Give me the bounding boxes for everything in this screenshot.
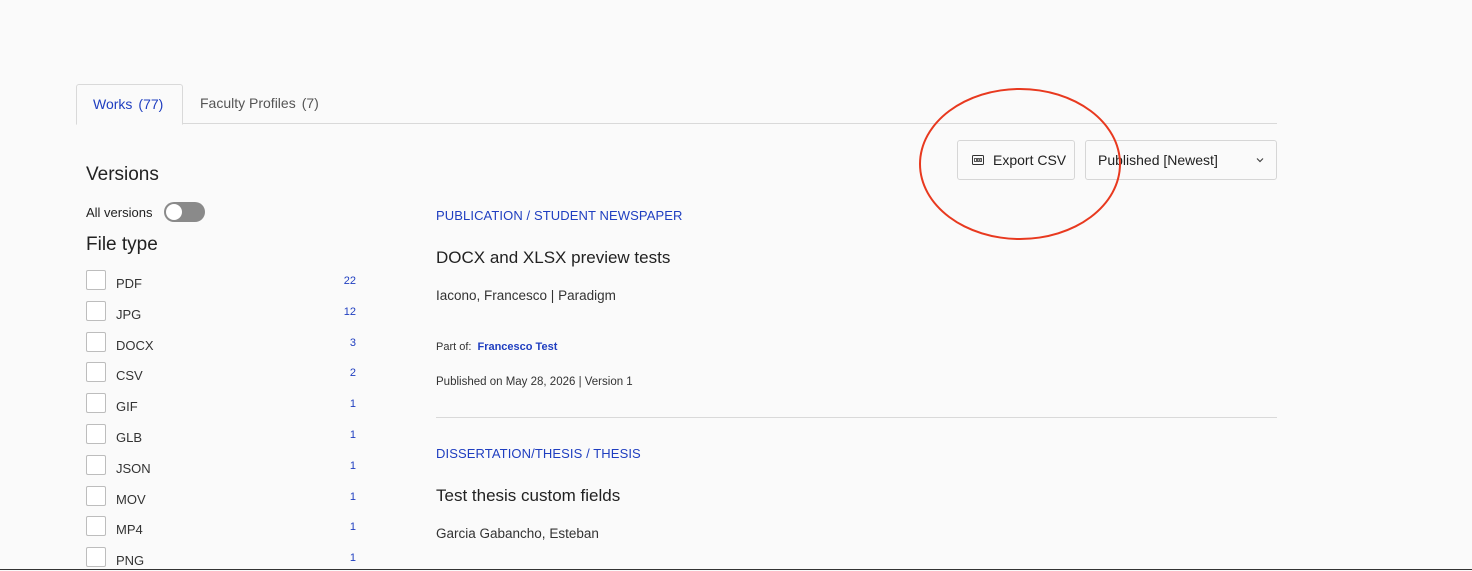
tab-faculty-profiles-count: (7) xyxy=(301,95,319,111)
result-authors: Garcia Gabancho, Esteban xyxy=(436,526,599,541)
file-type-count: 12 xyxy=(343,305,356,318)
file-type-item: GLB 1 xyxy=(86,423,361,455)
file-type-checkbox[interactable] xyxy=(86,516,106,537)
page-bottom-divider xyxy=(0,569,1472,570)
csv-file-icon xyxy=(972,155,984,165)
file-type-checkbox[interactable] xyxy=(86,300,106,321)
file-type-label: JPG xyxy=(116,306,142,322)
tab-faculty-profiles[interactable]: Faculty Profiles (7) xyxy=(184,84,335,124)
file-type-label: PDF xyxy=(116,276,142,291)
file-type-count: 1 xyxy=(349,552,356,565)
results-tabs: Works (77) Faculty Profiles (7) xyxy=(76,84,1277,125)
file-type-item: CSV 2 xyxy=(86,362,361,393)
file-type-checkbox[interactable] xyxy=(86,485,106,506)
part-of-link[interactable]: Francesco Test xyxy=(477,341,557,353)
tab-works[interactable]: Works (77) xyxy=(76,84,183,125)
result-type[interactable]: DISSERTATION/THESIS / THESIS xyxy=(436,446,641,461)
file-type-count: 1 xyxy=(349,521,356,534)
file-type-checkbox[interactable] xyxy=(86,454,106,475)
file-type-count: 1 xyxy=(349,490,356,503)
file-type-label: PNG xyxy=(116,553,145,569)
file-type-count: 1 xyxy=(349,398,356,411)
file-type-heading: File type xyxy=(86,234,158,255)
file-type-item: PNG 1 xyxy=(86,547,361,571)
file-type-item: JPG 12 xyxy=(86,300,361,332)
export-csv-label: Export CSV xyxy=(993,152,1067,168)
tab-faculty-profiles-label: Faculty Profiles xyxy=(200,95,296,111)
export-csv-button[interactable]: Export CSV xyxy=(957,140,1075,180)
file-type-checkbox[interactable] xyxy=(86,423,106,444)
file-type-item: GIF 1 xyxy=(86,393,361,424)
file-type-checkbox[interactable] xyxy=(86,362,106,383)
file-type-count: 2 xyxy=(349,367,356,380)
file-type-checkbox[interactable] xyxy=(86,547,106,568)
file-type-item: PDF 22 xyxy=(86,270,361,301)
file-type-list: PDF 22 JPG 12 DOCX 3 CSV 2 GIF 1 GLB 1 J… xyxy=(86,270,361,571)
chevron-down-icon xyxy=(1256,158,1264,163)
file-type-count: 1 xyxy=(349,428,356,441)
file-type-count: 3 xyxy=(349,336,356,349)
file-type-checkbox[interactable] xyxy=(86,331,106,352)
sort-select-value: Published [Newest] xyxy=(1098,152,1218,168)
file-type-label: GLB xyxy=(116,429,143,445)
file-type-count: 22 xyxy=(343,275,356,287)
result-type[interactable]: PUBLICATION / STUDENT NEWSPAPER xyxy=(436,208,683,223)
sort-select[interactable]: Published [Newest] xyxy=(1085,140,1277,180)
file-type-label: MP4 xyxy=(116,522,143,538)
part-of-label: Part of: xyxy=(436,341,472,353)
all-versions-label: All versions xyxy=(86,204,153,220)
file-type-label: MOV xyxy=(116,491,146,507)
all-versions-row: All versions xyxy=(86,202,206,222)
file-type-label: GIF xyxy=(116,399,138,415)
tab-works-label: Works xyxy=(93,96,133,112)
result-part-of: Part of: Francesco Test xyxy=(436,341,557,353)
file-type-item: MP4 1 xyxy=(86,516,361,547)
file-type-item: DOCX 3 xyxy=(86,331,361,363)
result-divider xyxy=(436,417,1277,418)
file-type-label: DOCX xyxy=(116,337,154,353)
result-authors: Iacono, Francesco | Paradigm xyxy=(436,288,616,303)
all-versions-toggle[interactable] xyxy=(164,202,206,222)
file-type-label: JSON xyxy=(116,460,151,476)
versions-heading: Versions xyxy=(86,164,159,185)
result-title[interactable]: DOCX and XLSX preview tests xyxy=(436,248,670,268)
tab-works-count: (77) xyxy=(138,96,164,112)
file-type-label: CSV xyxy=(116,368,143,384)
file-type-checkbox[interactable] xyxy=(86,270,106,290)
file-type-item: JSON 1 xyxy=(86,454,361,486)
file-type-count: 1 xyxy=(349,459,356,472)
file-type-checkbox[interactable] xyxy=(86,393,106,414)
result-published: Published on May 28, 2026 | Version 1 xyxy=(436,376,633,388)
result-title[interactable]: Test thesis custom fields xyxy=(436,486,620,506)
file-type-item: MOV 1 xyxy=(86,485,361,517)
